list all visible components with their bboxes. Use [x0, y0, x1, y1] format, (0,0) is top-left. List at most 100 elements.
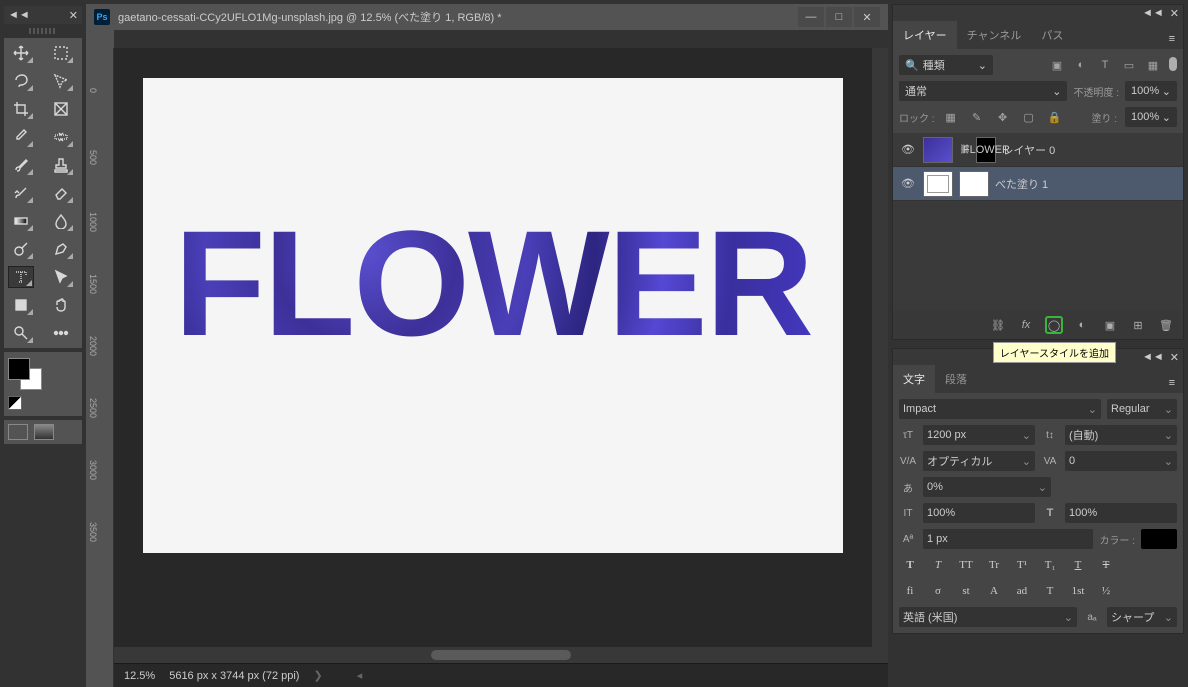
opentype-button[interactable]: A: [983, 581, 1005, 601]
opentype-button[interactable]: 1st: [1067, 581, 1089, 601]
quick-mask[interactable]: [34, 424, 54, 440]
stamp-tool[interactable]: [48, 154, 74, 176]
opentype-button[interactable]: T: [1039, 581, 1061, 601]
dodge-tool[interactable]: [8, 238, 34, 260]
vscale-input[interactable]: 100%: [923, 503, 1035, 523]
opentype-button[interactable]: ½: [1095, 581, 1117, 601]
type-style-button[interactable]: T: [1067, 555, 1089, 575]
collapse-icon[interactable]: ◄◄: [1142, 7, 1164, 19]
layer-row[interactable]: 👁 べた塗り 1: [893, 167, 1183, 201]
adjustment-layer-icon[interactable]: ◐: [1073, 316, 1091, 334]
healing-tool[interactable]: [48, 126, 74, 148]
shape-tool[interactable]: [8, 294, 34, 316]
antialias-select[interactable]: シャープ: [1107, 607, 1177, 627]
opentype-button[interactable]: σ: [927, 581, 949, 601]
artboard[interactable]: FLOWER: [143, 78, 843, 553]
opentype-button[interactable]: ad: [1011, 581, 1033, 601]
filter-toggle[interactable]: [1169, 57, 1177, 71]
collapse-icon[interactable]: ◄◄: [1142, 351, 1164, 363]
pen-tool[interactable]: [48, 238, 74, 260]
text-color-swatch[interactable]: [1141, 529, 1177, 549]
font-size-input[interactable]: 1200 px: [923, 425, 1035, 445]
panel-close-icon[interactable]: ✕: [1170, 351, 1179, 364]
layer-mask-thumb[interactable]: FLOWER: [976, 137, 996, 163]
maximize-button[interactable]: □: [826, 7, 852, 27]
screen-mode[interactable]: [8, 424, 28, 440]
panel-close-icon[interactable]: ✕: [1170, 7, 1179, 20]
add-mask-icon[interactable]: ◯: [1045, 316, 1063, 334]
marquee-tool[interactable]: [48, 42, 74, 64]
lock-artboard-icon[interactable]: ▢: [1021, 109, 1037, 125]
link-layers-icon[interactable]: ⛓: [989, 316, 1007, 334]
blend-mode-select[interactable]: 通常⌄: [899, 81, 1067, 101]
lock-position-icon[interactable]: ✥: [995, 109, 1011, 125]
tab-paragraph[interactable]: 段落: [935, 365, 977, 393]
path-select-tool[interactable]: [48, 266, 74, 288]
visibility-icon[interactable]: 👁: [899, 143, 917, 156]
frame-tool[interactable]: [48, 98, 74, 120]
tab-layers[interactable]: レイヤー: [893, 21, 957, 49]
layer-thumb[interactable]: [923, 137, 953, 163]
zoom-level[interactable]: 12.5%: [124, 670, 155, 682]
lasso-tool[interactable]: [8, 70, 34, 92]
font-style-select[interactable]: Regular: [1107, 399, 1177, 419]
status-caret-icon[interactable]: ◂: [357, 669, 363, 682]
new-group-icon[interactable]: ▣: [1101, 316, 1119, 334]
fill-input[interactable]: 100%⌄: [1125, 107, 1177, 127]
status-chevron-icon[interactable]: ❯: [313, 669, 322, 682]
gradient-tool[interactable]: [8, 210, 34, 232]
tab-character[interactable]: 文字: [893, 365, 935, 393]
lock-transparent-icon[interactable]: ▦: [943, 109, 959, 125]
type-tool[interactable]: [8, 266, 34, 288]
hand-tool[interactable]: [48, 294, 74, 316]
language-select[interactable]: 英語 (米国): [899, 607, 1077, 627]
zoom-tool[interactable]: [8, 322, 34, 344]
type-style-button[interactable]: Tr: [983, 555, 1005, 575]
layer-row[interactable]: 👁 ⛓ FLOWER レイヤー 0: [893, 133, 1183, 167]
doc-dimensions[interactable]: 5616 px x 3744 px (72 ppi): [169, 670, 299, 682]
type-style-button[interactable]: T: [927, 555, 949, 575]
edit-toolbar[interactable]: [48, 322, 74, 344]
canvas-viewport[interactable]: FLOWER: [114, 48, 872, 647]
minimize-button[interactable]: —: [798, 7, 824, 27]
font-family-select[interactable]: Impact: [899, 399, 1101, 419]
baseline-input[interactable]: 1 px: [923, 529, 1093, 549]
tracking-input[interactable]: 0: [1065, 451, 1177, 471]
layer-mask-thumb[interactable]: [959, 171, 989, 197]
type-style-button[interactable]: T¹: [1011, 555, 1033, 575]
delete-layer-icon[interactable]: 🗑: [1157, 316, 1175, 334]
vertical-ruler[interactable]: 0500100015002000250030003500: [86, 48, 114, 687]
layer-name[interactable]: べた塗り 1: [995, 176, 1048, 192]
default-colors[interactable]: [8, 396, 22, 410]
type-style-button[interactable]: TT: [955, 555, 977, 575]
layer-fx-icon[interactable]: fx: [1017, 316, 1035, 334]
filter-pixel-icon[interactable]: ▣: [1049, 57, 1065, 73]
crop-tool[interactable]: [8, 98, 34, 120]
lock-pixels-icon[interactable]: ✎: [969, 109, 985, 125]
eyedropper-tool[interactable]: [8, 126, 34, 148]
filter-type-icon[interactable]: T: [1097, 57, 1113, 73]
vertical-scrollbar[interactable]: [872, 48, 888, 647]
visibility-icon[interactable]: 👁: [899, 177, 917, 190]
panel-menu-icon[interactable]: ≡: [1161, 29, 1183, 49]
tab-channels[interactable]: チャンネル: [957, 21, 1032, 49]
layer-name[interactable]: レイヤー 0: [1002, 142, 1055, 158]
close-button[interactable]: ✕: [854, 7, 880, 27]
filter-smart-icon[interactable]: ▦: [1145, 57, 1161, 73]
new-layer-icon[interactable]: ⊞: [1129, 316, 1147, 334]
panel-menu-icon[interactable]: ≡: [1161, 373, 1183, 393]
filter-shape-icon[interactable]: ▭: [1121, 57, 1137, 73]
brush-tool[interactable]: [8, 154, 34, 176]
percent-input[interactable]: 0%: [923, 477, 1051, 497]
layer-thumb[interactable]: [923, 171, 953, 197]
filter-adjust-icon[interactable]: ◐: [1073, 57, 1089, 73]
blur-tool[interactable]: [48, 210, 74, 232]
history-brush-tool[interactable]: [8, 182, 34, 204]
kerning-input[interactable]: オプティカル: [923, 451, 1035, 471]
quick-select-tool[interactable]: [48, 70, 74, 92]
type-style-button[interactable]: T₁: [1039, 555, 1061, 575]
hscale-input[interactable]: 100%: [1065, 503, 1177, 523]
leading-input[interactable]: (自動): [1065, 425, 1177, 445]
move-tool[interactable]: [8, 42, 34, 64]
lock-all-icon[interactable]: 🔒: [1047, 109, 1063, 125]
